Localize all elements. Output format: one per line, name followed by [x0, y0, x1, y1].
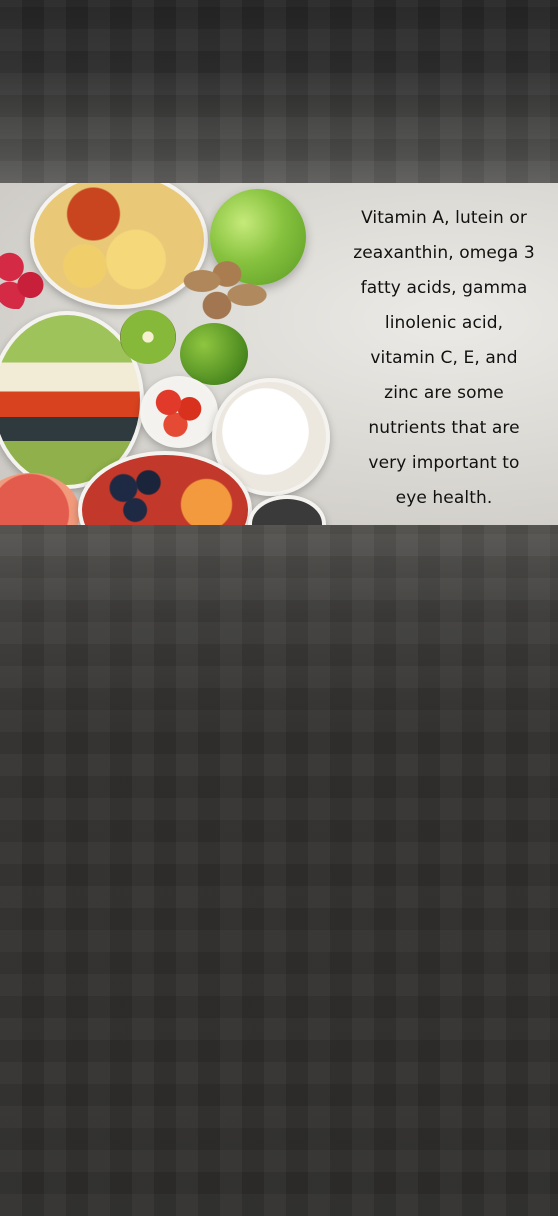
lime — [180, 323, 248, 385]
caption-line: fatty acids, gamma — [360, 278, 528, 298]
caption-line: nutrients that are — [368, 418, 520, 438]
blurred-backdrop-top — [0, 0, 558, 183]
strawberry-bowl — [140, 376, 218, 448]
caption-line: zeaxanthin, omega 3 — [353, 243, 535, 263]
caption-line: very important to — [368, 453, 520, 473]
image-caption: Vitamin A, lutein or zeaxanthin, omega 3… — [330, 201, 558, 516]
caption-line: vitamin C, E, and — [370, 348, 518, 368]
food-photo — [0, 183, 340, 525]
seed-bowl — [248, 495, 326, 525]
caption-line: eye health. — [395, 488, 493, 508]
caption-line: Vitamin A, lutein or — [361, 208, 527, 228]
image-viewer-screen: Vitamin A, lutein or zeaxanthin, omega 3… — [0, 0, 558, 1216]
kiwi-half — [120, 310, 176, 364]
raspberries — [0, 249, 46, 309]
image-content[interactable]: Vitamin A, lutein or zeaxanthin, omega 3… — [0, 183, 558, 525]
peanuts — [172, 253, 272, 323]
caption-line: linolenic acid, — [384, 313, 504, 333]
caption-line: zinc are some — [384, 383, 504, 403]
blurred-backdrop-bottom — [0, 525, 558, 1216]
